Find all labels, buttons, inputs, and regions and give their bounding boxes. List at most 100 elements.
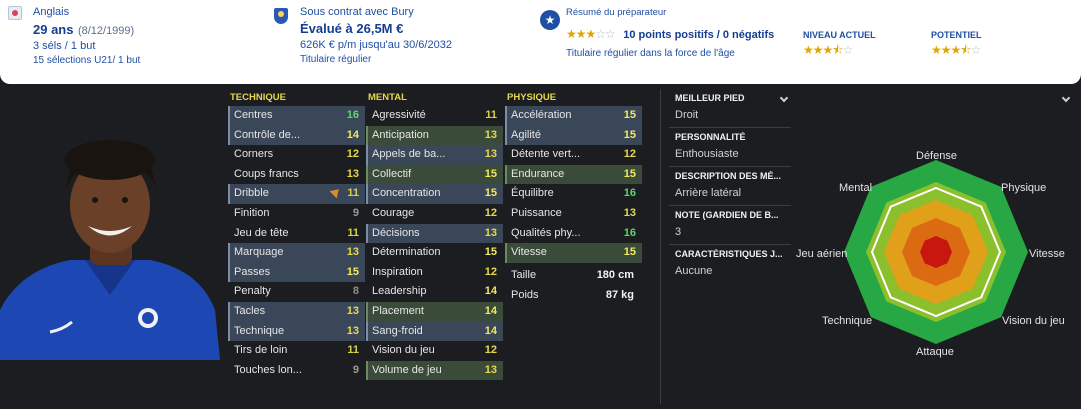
attr-label: Concentration: [372, 187, 441, 200]
attr-row[interactable]: Tacles 13: [228, 301, 365, 322]
attr-value: 13: [346, 324, 359, 337]
mental-attributes: MENTAL Agressivité 11 Anticipation 13 Appe…: [366, 89, 503, 381]
radar-label-attaque: Attaque: [916, 346, 954, 358]
attr-row[interactable]: Volume de jeu 13: [366, 360, 503, 381]
attr-row[interactable]: Leadership 14: [366, 282, 503, 302]
scout-summary-line: ★★★☆☆ 10 points positifs / 0 négatifs: [566, 25, 774, 43]
preferred-foot-label: MEILLEUR PIED: [675, 93, 745, 103]
attr-row[interactable]: Vision du jeu 12: [366, 341, 503, 361]
body-measurements: Taille 180 cm Poids 87 kg: [505, 265, 642, 305]
attr-row[interactable]: Marquage 13: [228, 243, 365, 263]
attr-row[interactable]: Endurance 15: [505, 164, 642, 185]
attr-row[interactable]: Agressivité 11: [366, 106, 503, 126]
attr-value: 15: [484, 246, 497, 259]
attr-row[interactable]: Agilité 15: [505, 125, 642, 146]
weight-label: Poids: [511, 289, 539, 301]
attr-label: Détermination: [372, 246, 441, 259]
attr-row[interactable]: Inspiration 12: [366, 263, 503, 283]
goalkeeper-rating-block: NOTE (GARDIEN DE B... 3: [669, 206, 791, 245]
current-ability-stars: ★★★⯪☆: [803, 43, 853, 57]
attr-value: 13: [484, 148, 497, 161]
height-label: Taille: [511, 269, 537, 281]
attr-label: Équilibre: [511, 187, 554, 200]
nationality[interactable]: Anglais: [33, 6, 69, 18]
attr-value: 13: [346, 167, 359, 180]
attr-row[interactable]: Équilibre 16: [505, 184, 642, 204]
attr-label: Marquage: [234, 246, 284, 259]
wage-contract: 626K € p/m jusqu'au 30/6/2032: [300, 39, 452, 51]
attr-value: 13: [623, 206, 636, 219]
player-header: Anglais 29 ans (8/12/1999) 3 séls / 1 bu…: [0, 0, 1081, 84]
attr-value: 11: [347, 226, 359, 239]
attr-row[interactable]: Courage 12: [366, 204, 503, 224]
attr-row[interactable]: Qualités phy... 16: [505, 224, 642, 244]
attr-value: 13: [484, 363, 497, 376]
attr-row[interactable]: Décisions 13: [366, 223, 503, 244]
physique-title: PHYSIQUE: [507, 92, 557, 103]
attr-row[interactable]: Appels de ba... 13: [366, 145, 503, 165]
attr-row[interactable]: Puissance 13: [505, 204, 642, 224]
potential-ability-label: POTENTIEL: [931, 30, 982, 40]
attr-value: 14: [346, 128, 359, 141]
attr-value: 15: [623, 109, 636, 121]
attr-row[interactable]: Penalty 8: [228, 282, 365, 302]
attr-row[interactable]: Dribble 11: [228, 184, 365, 204]
age-line: 29 ans (8/12/1999): [33, 21, 134, 39]
attr-row[interactable]: Corners 12: [228, 145, 365, 165]
scout-report-title[interactable]: Résumé du préparateur: [566, 7, 666, 18]
attr-row[interactable]: Placement 14: [366, 301, 503, 322]
position-description-label: DESCRIPTION DES MÉ...: [675, 171, 782, 181]
attr-row[interactable]: Technique 13: [228, 321, 365, 342]
attr-row[interactable]: Touches lon... 9: [228, 361, 365, 381]
attr-value: 11: [485, 109, 497, 121]
divider: [660, 89, 661, 404]
physique-attributes: PHYSIQUE Accélération 15 Agilité 15 Détent…: [505, 89, 642, 263]
attr-row[interactable]: Tirs de loin 11: [228, 341, 365, 361]
radar-label-vitesse: Vitesse: [1029, 248, 1065, 260]
attr-row[interactable]: Jeu de tête 11: [228, 224, 365, 244]
attr-row[interactable]: Coups francs 13: [228, 165, 365, 185]
attr-value: 16: [623, 187, 636, 200]
attr-row[interactable]: Sang-froid 14: [366, 321, 503, 342]
attr-row[interactable]: Passes 15: [228, 262, 365, 283]
attr-label: Qualités phy...: [511, 226, 581, 239]
player-photo: [0, 120, 220, 360]
attr-value: 11: [347, 344, 359, 357]
attr-value: 15: [623, 128, 636, 141]
attr-value: 14: [484, 285, 497, 298]
attr-label: Anticipation: [372, 128, 429, 141]
attr-label: Vision du jeu: [372, 344, 435, 357]
attr-row[interactable]: Détermination 15: [366, 243, 503, 263]
attr-value: 16: [346, 109, 359, 121]
potential-ability-stars: ★★★⯪☆: [931, 43, 981, 57]
attr-row[interactable]: Collectif 15: [366, 164, 503, 185]
scout-report-icon[interactable]: ★: [540, 10, 560, 30]
radar-label-vision: Vision du jeu: [1002, 315, 1065, 327]
attr-value: 8: [352, 285, 359, 298]
national-caps: 3 séls / 1 but: [33, 40, 96, 52]
preferred-foot-block[interactable]: MEILLEUR PIED Droit: [669, 89, 791, 128]
attr-value: 12: [484, 265, 497, 278]
attr-row[interactable]: Centres 16: [228, 106, 365, 126]
attr-label: Corners: [234, 148, 274, 161]
attr-row[interactable]: Anticipation 13: [366, 125, 503, 146]
attr-label: Placement: [372, 304, 424, 317]
attr-row[interactable]: Détente vert... 12: [505, 145, 642, 165]
player-value: Évalué à 26,5M €: [300, 21, 404, 36]
attr-value: 15: [623, 167, 636, 180]
attr-row[interactable]: Accélération 15: [505, 106, 642, 126]
attr-row[interactable]: Contrôle de... 14: [228, 125, 365, 146]
attr-row[interactable]: Concentration 15: [366, 184, 503, 204]
attr-value: 13: [346, 246, 359, 259]
attr-row[interactable]: Finition 9: [228, 204, 365, 224]
attr-label: Collectif: [372, 167, 412, 180]
attr-value: 14: [484, 324, 497, 337]
weight-value: 87 kg: [605, 289, 634, 301]
attr-row[interactable]: Vitesse 15: [505, 243, 642, 263]
preferred-foot-value: Droit: [675, 109, 699, 121]
age: 29 ans: [33, 22, 74, 37]
attr-label: Technique: [234, 324, 285, 337]
scout-stars: ★★★☆☆: [566, 27, 616, 41]
attr-label: Touches lon...: [234, 363, 302, 376]
contract-status[interactable]: Sous contrat avec Bury: [300, 6, 414, 18]
